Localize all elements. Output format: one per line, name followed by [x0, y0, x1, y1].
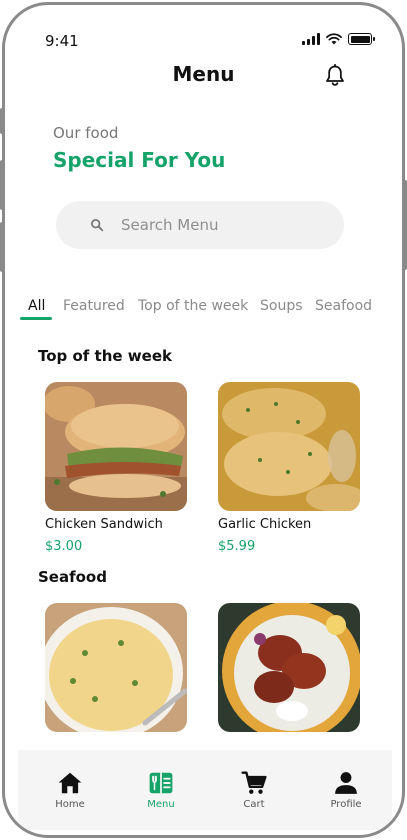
- menu-item-card[interactable]: [218, 603, 360, 732]
- section-title-seafood: Seafood: [38, 568, 107, 586]
- cart-icon: [241, 771, 267, 794]
- menu-icon: [149, 772, 173, 794]
- nav-label: Profile: [330, 799, 362, 810]
- home-icon: [58, 772, 82, 794]
- nav-cart[interactable]: Cart: [214, 750, 294, 830]
- nav-menu[interactable]: Menu: [121, 750, 201, 830]
- section-title-top-of-the-week: Top of the week: [38, 347, 172, 365]
- status-time: 9:41: [45, 32, 79, 50]
- tab-featured[interactable]: Featured: [63, 298, 125, 314]
- nav-label: Menu: [147, 799, 175, 810]
- chicken-sandwich-image: [45, 382, 187, 511]
- menu-item-card[interactable]: Garlic Chicken $5.99: [218, 382, 360, 554]
- search-icon: [91, 219, 104, 232]
- status-bar: 9:41: [5, 5, 402, 65]
- battery-icon: [348, 33, 375, 45]
- hero-subtitle: Our food: [53, 124, 119, 142]
- wifi-icon: [326, 33, 342, 45]
- signal-icon: [302, 33, 320, 45]
- seafood-casserole-image: [45, 603, 187, 732]
- nav-label: Cart: [243, 799, 265, 810]
- garlic-chicken-image: [218, 382, 360, 511]
- menu-item-price: $5.99: [218, 539, 256, 554]
- tab-top-of-the-week[interactable]: Top of the week: [138, 298, 248, 314]
- phone-frame: 9:41 Menu Our food Special For You Searc…: [2, 2, 405, 838]
- menu-item-card[interactable]: Chicken Sandwich $3.00: [45, 382, 187, 554]
- active-tab-indicator: [20, 317, 52, 320]
- menu-item-name: Chicken Sandwich: [45, 517, 163, 532]
- bottom-nav: Home Menu Cart Profile: [18, 750, 392, 830]
- menu-item-card[interactable]: [45, 603, 187, 732]
- search-bar[interactable]: [56, 201, 344, 249]
- hero-title: Special For You: [53, 148, 226, 172]
- tab-all[interactable]: All: [28, 298, 45, 314]
- status-icons: [302, 33, 375, 45]
- tab-soups[interactable]: Soups: [260, 298, 303, 314]
- shrimp-skewers-image: [218, 603, 360, 732]
- category-tabs: All Featured Top of the week Soups Seafo…: [5, 295, 402, 325]
- search-input[interactable]: [121, 216, 321, 234]
- bell-icon[interactable]: [322, 63, 348, 89]
- menu-item-name: Garlic Chicken: [218, 517, 312, 532]
- profile-icon: [335, 772, 357, 794]
- nav-profile[interactable]: Profile: [306, 750, 386, 830]
- tab-seafood[interactable]: Seafood: [315, 298, 372, 314]
- nav-label: Home: [55, 799, 85, 810]
- nav-home[interactable]: Home: [30, 750, 110, 830]
- menu-item-price: $3.00: [45, 539, 83, 554]
